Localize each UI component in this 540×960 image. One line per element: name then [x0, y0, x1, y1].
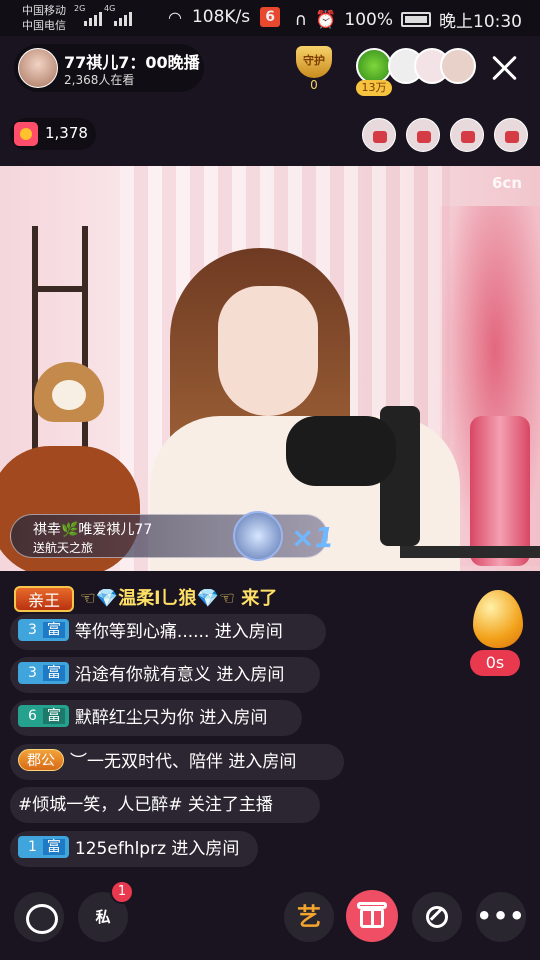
- live-video[interactable]: 6cn: [0, 166, 540, 571]
- gift-button[interactable]: [346, 890, 398, 942]
- chat-message[interactable]: 6 富默醉红尘只为你 进入房间: [10, 700, 302, 736]
- chat-message[interactable]: 1 富 125efhlprz 进入房间: [10, 831, 258, 867]
- gift-sender: 祺幸🌿唯爱祺儿77: [33, 522, 153, 538]
- chat-message[interactable]: 郡公 ︶一无双时代、陪伴 进入房间: [10, 744, 344, 780]
- viewer-avatar[interactable]: [406, 118, 440, 152]
- chat-message[interactable]: #倾城一笑，人已醉# 关注了主播: [10, 787, 320, 823]
- guard-shield-icon: 守护: [296, 46, 332, 78]
- king-badge: 亲王: [14, 586, 75, 612]
- vase: [470, 416, 530, 566]
- more-button[interactable]: •••: [476, 892, 526, 942]
- mic-boom: [400, 546, 540, 558]
- chat-message[interactable]: 3 富沿途有你就有意义 进入房间: [10, 657, 320, 693]
- coin-count: 1,378: [45, 124, 88, 142]
- carrier-2: 中国电信: [22, 19, 66, 32]
- viewer-avatar[interactable]: [362, 118, 396, 152]
- signal-icon-2: [114, 10, 132, 26]
- microphone: [286, 416, 396, 486]
- coin-pill[interactable]: 1,378: [10, 118, 96, 150]
- wealth-level-badge: 3富: [18, 619, 69, 641]
- close-icon[interactable]: [488, 52, 520, 84]
- coin-icon: [14, 122, 38, 146]
- gift-box-icon: [360, 908, 384, 928]
- talent-button[interactable]: 艺: [284, 892, 334, 942]
- chat-message[interactable]: 3 富等你等到心痛...... 进入房间: [10, 614, 326, 650]
- noble-badge: 郡公: [18, 749, 64, 771]
- golden-egg-icon[interactable]: [473, 590, 523, 648]
- chat-text: 等你等到心痛...... 进入房间: [74, 622, 283, 642]
- gift-banner[interactable]: 祺幸🌿唯爱祺儿77 送航天之旅 ×1: [10, 511, 334, 561]
- battery-icon: [401, 12, 431, 27]
- carrier-info: 中国移动 中国电信: [22, 3, 66, 33]
- streamer-face: [218, 286, 318, 416]
- host-avatar[interactable]: [18, 48, 58, 88]
- share-button[interactable]: [412, 892, 462, 942]
- battery-percent: 100%: [344, 9, 393, 30]
- viewer-avatars[interactable]: [362, 118, 528, 152]
- viewer-avatar[interactable]: [494, 118, 528, 152]
- gift-multiplier: ×1: [291, 521, 334, 554]
- chat-text: 沿途有你就有意义 进入房间: [74, 665, 285, 685]
- chat-button[interactable]: [14, 892, 64, 942]
- viewer-count: 2,368人在看: [64, 73, 135, 87]
- share-icon: [426, 906, 448, 928]
- wealth-level-badge: 6富: [18, 705, 69, 727]
- viewer-avatar[interactable]: [450, 118, 484, 152]
- guard-badge[interactable]: 守护 0: [290, 46, 338, 92]
- wealth-level-badge: 1富: [18, 836, 69, 858]
- gift-lid: [357, 902, 387, 909]
- watermark-logo: 6cn: [492, 174, 523, 192]
- wifi-icon: ◠: [168, 7, 182, 27]
- unread-badge: 1: [110, 880, 134, 904]
- top-fan-avatar-1[interactable]: [356, 48, 392, 84]
- gift-description: 送航天之旅: [33, 541, 94, 555]
- headphone-icon: ∩: [294, 9, 308, 30]
- net-speed: 108K/s: [191, 7, 251, 27]
- gift-icon: [233, 511, 283, 561]
- carrier-1: 中国移动: [22, 4, 66, 17]
- host-name: 77祺儿7：00晚播: [64, 53, 200, 72]
- host-info[interactable]: 77祺儿7：00晚播 2,368人在看: [14, 44, 204, 92]
- chat-text: 默醉红尘只为你 进入房间: [74, 708, 268, 728]
- private-message-icon: 私: [95, 908, 111, 926]
- more-icon: •••: [476, 902, 526, 930]
- egg-timer: 0s: [470, 650, 520, 676]
- guard-count: 0: [310, 78, 318, 92]
- top-fans[interactable]: 13万: [356, 48, 476, 98]
- signal-icon: [84, 10, 102, 26]
- top-fan-avatar-4[interactable]: [440, 48, 476, 84]
- vip-entrance-text: ☜💎温柔l乚狼💎☜ 来了: [79, 588, 278, 609]
- app-notification-icon: 6: [260, 7, 281, 27]
- top-fan-contribution: 13万: [356, 80, 392, 96]
- clock: 晚上10:30: [439, 12, 522, 32]
- chat-text: 125efhlprz 进入房间: [74, 839, 240, 859]
- chat-text: #倾城一笑，人已醉# 关注了主播: [18, 795, 273, 815]
- wealth-level-badge: 3富: [18, 662, 69, 684]
- alarm-icon: ⏰: [315, 9, 337, 30]
- chat-text: ︶一无双时代、陪伴 进入房间: [70, 752, 297, 772]
- vip-entrance: 亲王 ☜💎温柔l乚狼💎☜ 来了: [14, 584, 277, 614]
- status-bar: 中国移动 中国电信 2G 4G ◠ 108K/s 6 ∩ ⏰ 100% 晚上10…: [0, 0, 540, 36]
